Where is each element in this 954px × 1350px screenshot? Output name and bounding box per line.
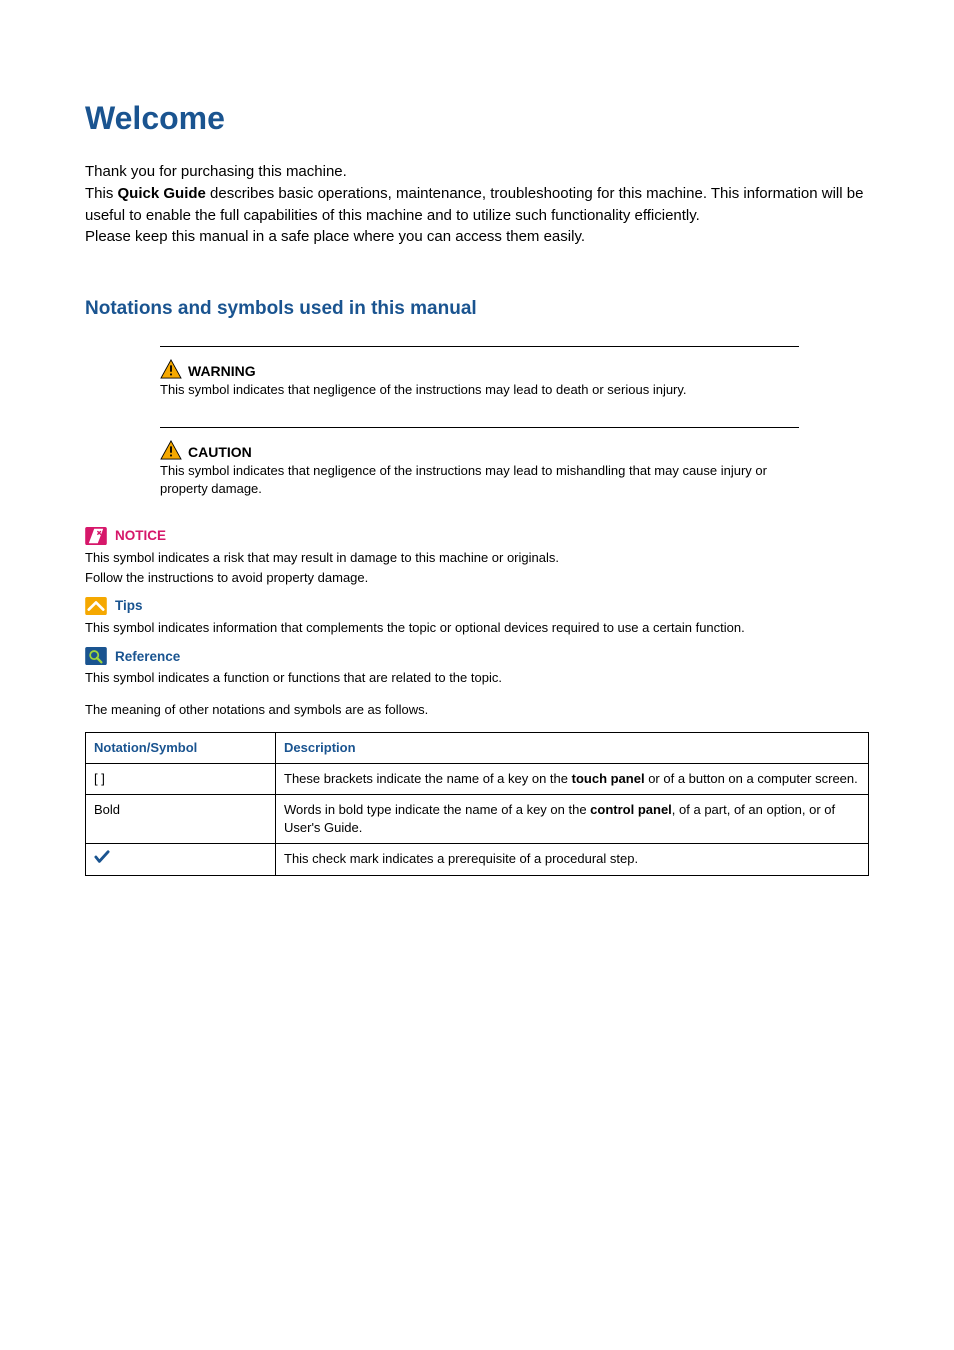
notice-label: NOTICE: [115, 528, 166, 543]
notation-cell: [ ]: [86, 763, 276, 794]
caution-rule: [160, 427, 799, 428]
section-heading: Notations and symbols used in this manua…: [85, 298, 869, 320]
table-row: This check mark indicates a prerequisite…: [86, 844, 869, 876]
notice-heading-row: NOTICE: [85, 527, 869, 545]
reference-text: This symbol indicates a function or func…: [85, 669, 869, 687]
tips-heading-row: Tips: [85, 597, 869, 615]
checkmark-icon: [94, 850, 110, 864]
reference-icon: [85, 647, 107, 665]
caution-heading-row: CAUTION: [160, 440, 799, 460]
tips-text: This symbol indicates information that c…: [85, 619, 869, 637]
notation-table: Notation/Symbol Description [ ] These br…: [85, 732, 869, 877]
page-title: Welcome: [85, 100, 869, 137]
intro-line3: Please keep this manual in a safe place …: [85, 228, 585, 245]
caution-label: CAUTION: [188, 444, 252, 460]
description-cell: This check mark indicates a prerequisite…: [276, 844, 869, 876]
notation-cell: Bold: [86, 794, 276, 843]
table-row: [ ] These brackets indicate the name of …: [86, 763, 869, 794]
table-intro: The meaning of other notations and symbo…: [85, 701, 869, 719]
warning-heading-row: WARNING: [160, 359, 799, 379]
warning-text: This symbol indicates that negligence of…: [160, 381, 799, 399]
warning-triangle-icon: [160, 359, 182, 379]
caution-triangle-icon: [160, 440, 182, 460]
intro-line1: Thank you for purchasing this machine.: [85, 163, 347, 180]
intro-paragraph: Thank you for purchasing this machine. T…: [85, 161, 869, 248]
description-cell: These brackets indicate the name of a ke…: [276, 763, 869, 794]
reference-label: Reference: [115, 649, 180, 664]
notice-text2: Follow the instructions to avoid propert…: [85, 569, 869, 587]
notice-icon: [85, 527, 107, 545]
warning-label: WARNING: [188, 363, 256, 379]
caution-block: CAUTION This symbol indicates that negli…: [160, 427, 799, 498]
table-header-description: Description: [276, 732, 869, 763]
tips-icon: [85, 597, 107, 615]
notation-cell-checkmark: [86, 844, 276, 876]
intro-line2-pre: This: [85, 185, 118, 202]
reference-heading-row: Reference: [85, 647, 869, 665]
tips-label: Tips: [115, 598, 143, 613]
intro-quick-guide: Quick Guide: [118, 185, 206, 202]
notice-text1: This symbol indicates a risk that may re…: [85, 549, 869, 567]
table-header-notation: Notation/Symbol: [86, 732, 276, 763]
table-row: Bold Words in bold type indicate the nam…: [86, 794, 869, 843]
warning-block: WARNING This symbol indicates that negli…: [160, 346, 799, 399]
caution-text: This symbol indicates that negligence of…: [160, 462, 799, 498]
warning-rule: [160, 346, 799, 347]
description-cell: Words in bold type indicate the name of …: [276, 794, 869, 843]
